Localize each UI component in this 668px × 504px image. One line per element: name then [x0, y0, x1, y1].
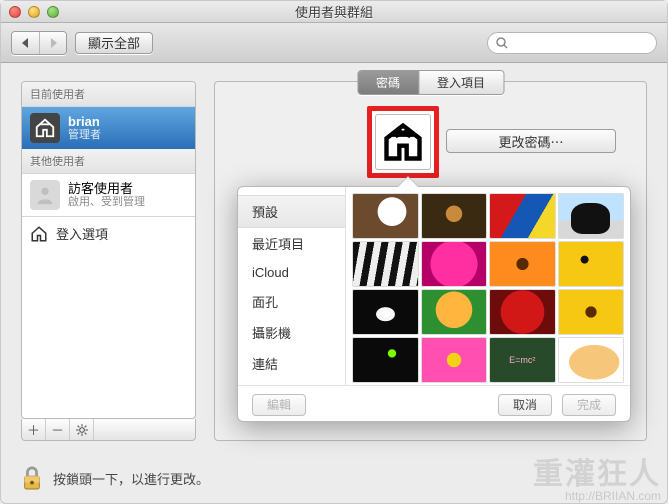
watermark-name: 重灌狂人: [533, 459, 661, 491]
avatar-thumb[interactable]: [558, 193, 625, 239]
avatar-thumb[interactable]: [558, 289, 625, 335]
section-header-other: 其他使用者: [22, 149, 195, 174]
login-options-label: 登入選項: [56, 224, 108, 243]
user-name: brian: [68, 114, 101, 130]
avatar-grid: E=mc²: [346, 187, 630, 385]
avatar: [30, 180, 60, 210]
search-input[interactable]: [487, 32, 657, 54]
nav-segment: [11, 31, 67, 55]
watermark-url: http://BRIIAN.com: [533, 490, 661, 503]
person-icon: [34, 184, 56, 206]
change-password-button[interactable]: 更改密碼⋯: [446, 129, 616, 153]
lock-icon[interactable]: [21, 465, 43, 491]
category-item[interactable]: 攝影機: [238, 317, 345, 348]
show-all-button[interactable]: 顯示全部: [75, 32, 153, 54]
search-icon: [496, 37, 508, 49]
avatar-thumb[interactable]: [352, 241, 419, 287]
titlebar: 使用者與群組: [1, 1, 667, 23]
back-button[interactable]: [12, 32, 39, 54]
action-menu-button[interactable]: [70, 419, 94, 440]
category-item[interactable]: 面孔: [238, 286, 345, 317]
avatar-thumb[interactable]: [489, 241, 556, 287]
cancel-button[interactable]: 取消: [498, 394, 552, 416]
gear-icon: [75, 423, 89, 437]
lock-row: 按鎖頭一下，以進行更改。: [21, 465, 209, 491]
avatar-thumb[interactable]: E=mc²: [489, 337, 556, 383]
user-row-current[interactable]: brian 管理者: [22, 107, 195, 149]
category-list: 預設 最近項目 iCloud 面孔 攝影機 連結: [238, 187, 346, 385]
avatar-thumb[interactable]: [421, 289, 488, 335]
show-all-label: 顯示全部: [88, 33, 140, 52]
house-icon: [381, 120, 425, 164]
user-role: 啟用、受到管理: [68, 196, 145, 209]
toolbar: 顯示全部: [1, 23, 667, 63]
avatar: [30, 113, 60, 143]
user-list: 目前使用者 brian 管理者 其他使用者 訪客使用: [21, 81, 196, 419]
content-panel: 密碼 登入項目 更改密碼⋯ 預設 最近項目 iCloud 面孔 攝影: [214, 81, 647, 441]
avatar-thumb[interactable]: [558, 337, 625, 383]
change-password-label: 更改密碼⋯: [498, 132, 563, 151]
user-row-guest[interactable]: 訪客使用者 啟用、受到管理: [22, 174, 195, 216]
tab-login-items[interactable]: 登入項目: [418, 71, 503, 94]
add-button[interactable]: ＋: [22, 419, 46, 440]
done-button[interactable]: 完成: [562, 394, 616, 416]
category-item[interactable]: iCloud: [238, 259, 345, 286]
avatar-thumb[interactable]: [352, 193, 419, 239]
user-avatar-button[interactable]: [367, 106, 439, 178]
house-icon: [30, 225, 48, 243]
avatar-thumb[interactable]: [352, 337, 419, 383]
forward-button[interactable]: [39, 32, 66, 54]
avatar-thumb[interactable]: [558, 241, 625, 287]
lock-hint: 按鎖頭一下，以進行更改。: [53, 469, 209, 488]
tabs: 密碼 登入項目: [357, 70, 504, 95]
login-options-row[interactable]: 登入選項: [22, 216, 195, 250]
avatar-thumb[interactable]: [421, 337, 488, 383]
watermark: 重灌狂人 http://BRIIAN.com: [533, 459, 661, 503]
avatar-thumb[interactable]: [421, 193, 488, 239]
user-role: 管理者: [68, 129, 101, 142]
tab-password[interactable]: 密碼: [358, 71, 418, 94]
sidebar: 目前使用者 brian 管理者 其他使用者 訪客使用: [21, 81, 196, 441]
user-name: 訪客使用者: [68, 181, 145, 197]
avatar-thumb[interactable]: [489, 289, 556, 335]
avatar-thumb[interactable]: [352, 289, 419, 335]
category-item[interactable]: 最近項目: [238, 228, 345, 259]
section-header-current: 目前使用者: [22, 82, 195, 107]
avatar-thumb[interactable]: [421, 241, 488, 287]
category-item[interactable]: 連結: [238, 348, 345, 379]
avatar-picker-popover: 預設 最近項目 iCloud 面孔 攝影機 連結: [237, 186, 631, 422]
sidebar-tools: ＋ －: [21, 419, 196, 441]
house-icon: [34, 117, 56, 139]
remove-button[interactable]: －: [46, 419, 70, 440]
category-item[interactable]: 預設: [238, 195, 345, 228]
window-title: 使用者與群組: [1, 2, 667, 21]
avatar-thumb[interactable]: [489, 193, 556, 239]
edit-button[interactable]: 編輯: [252, 394, 306, 416]
